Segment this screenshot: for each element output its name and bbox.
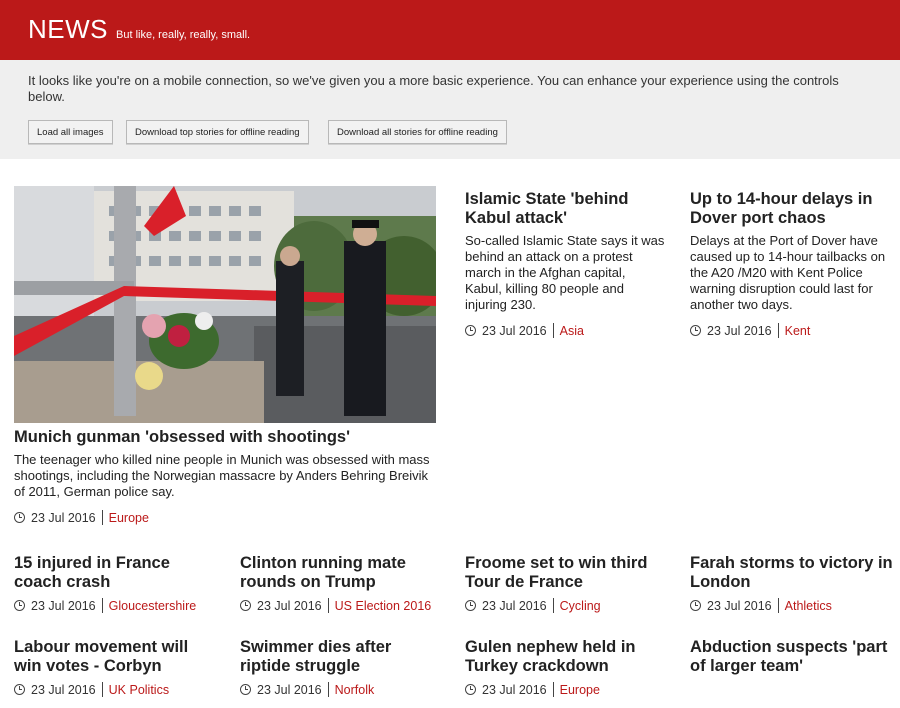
clock-icon	[14, 684, 25, 695]
clock-icon	[465, 600, 476, 611]
story-title[interactable]: Farah storms to victory in London	[690, 554, 895, 592]
story-item[interactable]: Up to 14-hour delays in Dover port chaos…	[690, 190, 890, 338]
story-title[interactable]: Up to 14-hour delays in Dover port chaos	[690, 190, 890, 228]
story-date: 23 Jul 2016	[707, 323, 772, 338]
story-lead[interactable]: Munich gunman 'obsessed with shootings' …	[14, 428, 436, 525]
divider	[327, 598, 329, 613]
story-date: 23 Jul 2016	[31, 598, 96, 613]
download-all-stories-button[interactable]: Download all stories for offline reading	[328, 120, 507, 144]
clock-icon	[690, 325, 701, 336]
divider	[777, 598, 779, 613]
story-tag[interactable]: Cycling	[560, 599, 601, 613]
divider	[552, 323, 554, 338]
story-item[interactable]: Islamic State 'behind Kabul attack' So-c…	[465, 190, 665, 338]
story-title[interactable]: Labour movement will win votes - Corbyn	[14, 638, 214, 676]
story-tag[interactable]: Europe	[109, 511, 149, 525]
story-item[interactable]: Froome set to win third Tour de France 2…	[465, 554, 665, 613]
download-top-stories-button[interactable]: Download top stories for offline reading	[126, 120, 309, 144]
story-meta: 23 Jul 2016 Kent	[690, 323, 890, 338]
story-meta: 23 Jul 2016 US Election 2016	[240, 598, 440, 613]
divider	[101, 682, 103, 697]
story-date: 23 Jul 2016	[482, 682, 547, 697]
story-meta: 23 Jul 2016 Norfolk	[240, 682, 440, 697]
story-tag[interactable]: Kent	[785, 324, 811, 338]
story-tag[interactable]: Europe	[560, 683, 600, 697]
divider	[552, 682, 554, 697]
hero-image[interactable]	[14, 186, 436, 423]
story-tag[interactable]: Athletics	[785, 599, 832, 613]
story-tag[interactable]: US Election 2016	[335, 599, 432, 613]
story-title[interactable]: 15 injured in France coach crash	[14, 554, 214, 592]
story-item[interactable]: Gulen nephew held in Turkey crackdown 23…	[465, 638, 665, 697]
story-title[interactable]: Froome set to win third Tour de France	[465, 554, 665, 592]
divider	[101, 598, 103, 613]
divider	[327, 682, 329, 697]
clock-icon	[690, 600, 701, 611]
story-title[interactable]: Abduction suspects 'part of larger team'	[690, 638, 895, 676]
load-all-images-button[interactable]: Load all images	[28, 120, 113, 144]
story-meta: 23 Jul 2016 Europe	[14, 510, 436, 525]
divider	[777, 323, 779, 338]
news-logo[interactable]: NEWS	[28, 14, 108, 45]
story-summary: Delays at the Port of Dover have caused …	[690, 233, 886, 312]
story-date: 23 Jul 2016	[707, 598, 772, 613]
story-date: 23 Jul 2016	[482, 598, 547, 613]
story-meta: 23 Jul 2016 UK Politics	[14, 682, 214, 697]
story-title[interactable]: Islamic State 'behind Kabul attack'	[465, 190, 665, 228]
story-title[interactable]: Clinton running mate rounds on Trump	[240, 554, 440, 592]
masthead: NEWS But like, really, really, small.	[0, 0, 900, 60]
story-summary: The teenager who killed nine people in M…	[14, 452, 430, 499]
story-item[interactable]: Swimmer dies after riptide struggle 23 J…	[240, 638, 440, 697]
story-date: 23 Jul 2016	[482, 323, 547, 338]
notice-text: It looks like you're on a mobile connect…	[28, 73, 839, 104]
story-item[interactable]: Labour movement will win votes - Corbyn …	[14, 638, 214, 697]
story-title[interactable]: Munich gunman 'obsessed with shootings'	[14, 428, 436, 447]
story-summary: So-called Islamic State says it was behi…	[465, 233, 665, 312]
story-date: 23 Jul 2016	[257, 682, 322, 697]
story-meta: 23 Jul 2016 Cycling	[465, 598, 665, 613]
story-item[interactable]: Clinton running mate rounds on Trump 23 …	[240, 554, 440, 613]
story-meta: 23 Jul 2016 Athletics	[690, 598, 895, 613]
clock-icon	[465, 684, 476, 695]
story-item[interactable]: Farah storms to victory in London 23 Jul…	[690, 554, 895, 613]
divider	[552, 598, 554, 613]
story-date: 23 Jul 2016	[31, 682, 96, 697]
story-item[interactable]: Abduction suspects 'part of larger team'	[690, 638, 895, 676]
story-tag[interactable]: Asia	[560, 324, 584, 338]
clock-icon	[465, 325, 476, 336]
story-tag[interactable]: Gloucestershire	[109, 599, 197, 613]
clock-icon	[240, 684, 251, 695]
story-title[interactable]: Gulen nephew held in Turkey crackdown	[465, 638, 665, 676]
divider	[101, 510, 103, 525]
story-meta: 23 Jul 2016 Gloucestershire	[14, 598, 214, 613]
connection-notice: It looks like you're on a mobile connect…	[0, 60, 900, 159]
story-meta: 23 Jul 2016 Asia	[465, 323, 665, 338]
story-item[interactable]: 15 injured in France coach crash 23 Jul …	[14, 554, 214, 613]
story-tag[interactable]: Norfolk	[335, 683, 375, 697]
story-meta: 23 Jul 2016 Europe	[465, 682, 665, 697]
clock-icon	[14, 600, 25, 611]
clock-icon	[240, 600, 251, 611]
clock-icon	[14, 512, 25, 523]
story-tag[interactable]: UK Politics	[109, 683, 169, 697]
story-date: 23 Jul 2016	[257, 598, 322, 613]
story-date: 23 Jul 2016	[31, 510, 96, 525]
tagline: But like, really, really, small.	[116, 29, 251, 41]
story-title[interactable]: Swimmer dies after riptide struggle	[240, 638, 440, 676]
